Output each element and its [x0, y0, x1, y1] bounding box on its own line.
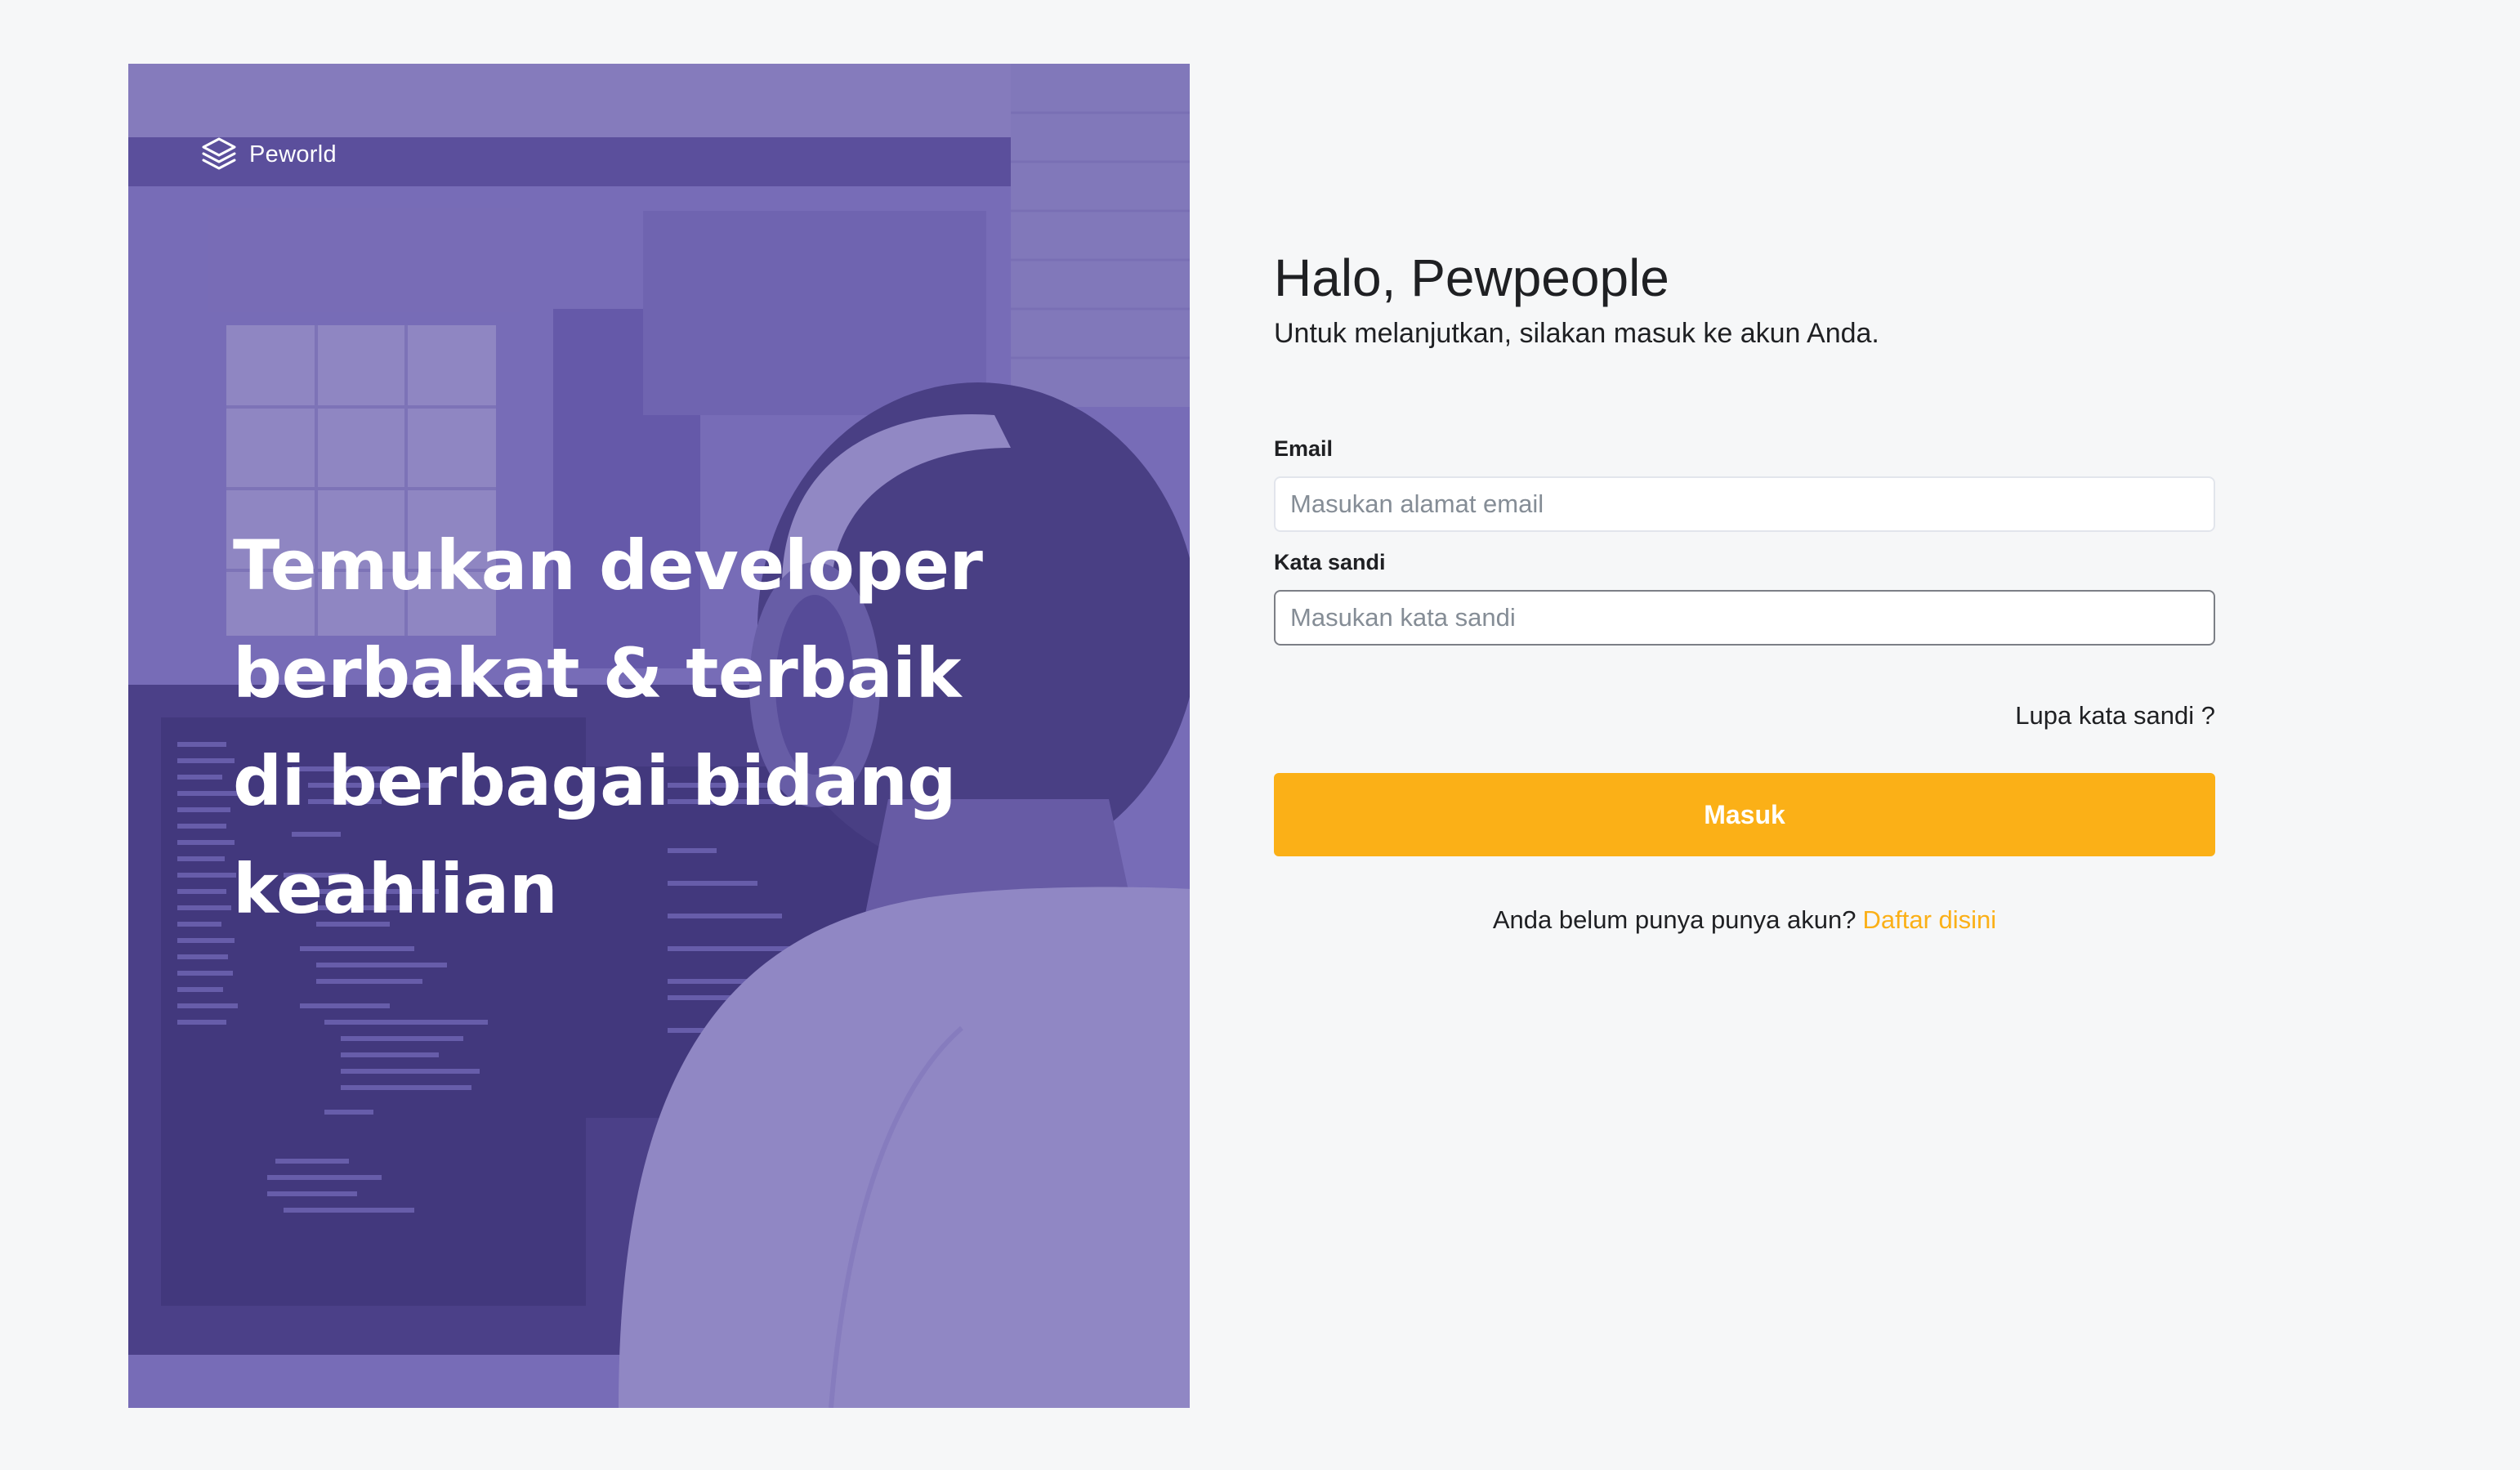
- brand: Peworld: [200, 136, 337, 173]
- form-title: Halo, Pewpeople: [1274, 248, 1669, 307]
- password-field[interactable]: [1274, 590, 2215, 646]
- hero-panel: Peworld Temukan developer berbakat & ter…: [128, 64, 1190, 1408]
- password-label: Kata sandi: [1274, 550, 1386, 574]
- email-label: Email: [1274, 436, 1334, 461]
- layers-icon: [202, 137, 236, 170]
- register-link[interactable]: Daftar disini: [1862, 905, 1996, 934]
- forgot-password-link[interactable]: Lupa kata sandi ?: [2015, 701, 2215, 730]
- form-subtitle: Untuk melanjutkan, silakan masuk ke akun…: [1274, 318, 1879, 349]
- hero-headline: Temukan developer berbakat & terbaik di …: [233, 525, 983, 929]
- email-field[interactable]: [1274, 476, 2215, 532]
- register-row: Anda belum punya punya akun? Daftar disin…: [1274, 905, 2215, 935]
- forgot-row: Lupa kata sandi ?: [1274, 701, 2215, 731]
- login-page: Peworld Temukan developer berbakat & ter…: [0, 0, 2520, 1470]
- login-button[interactable]: Masuk: [1274, 773, 2215, 856]
- brand-name: Peworld: [249, 141, 337, 168]
- login-form: Halo, Pewpeople Untuk melanjutkan, silak…: [1274, 245, 2215, 935]
- register-prompt: Anda belum punya punya akun?: [1492, 905, 1856, 934]
